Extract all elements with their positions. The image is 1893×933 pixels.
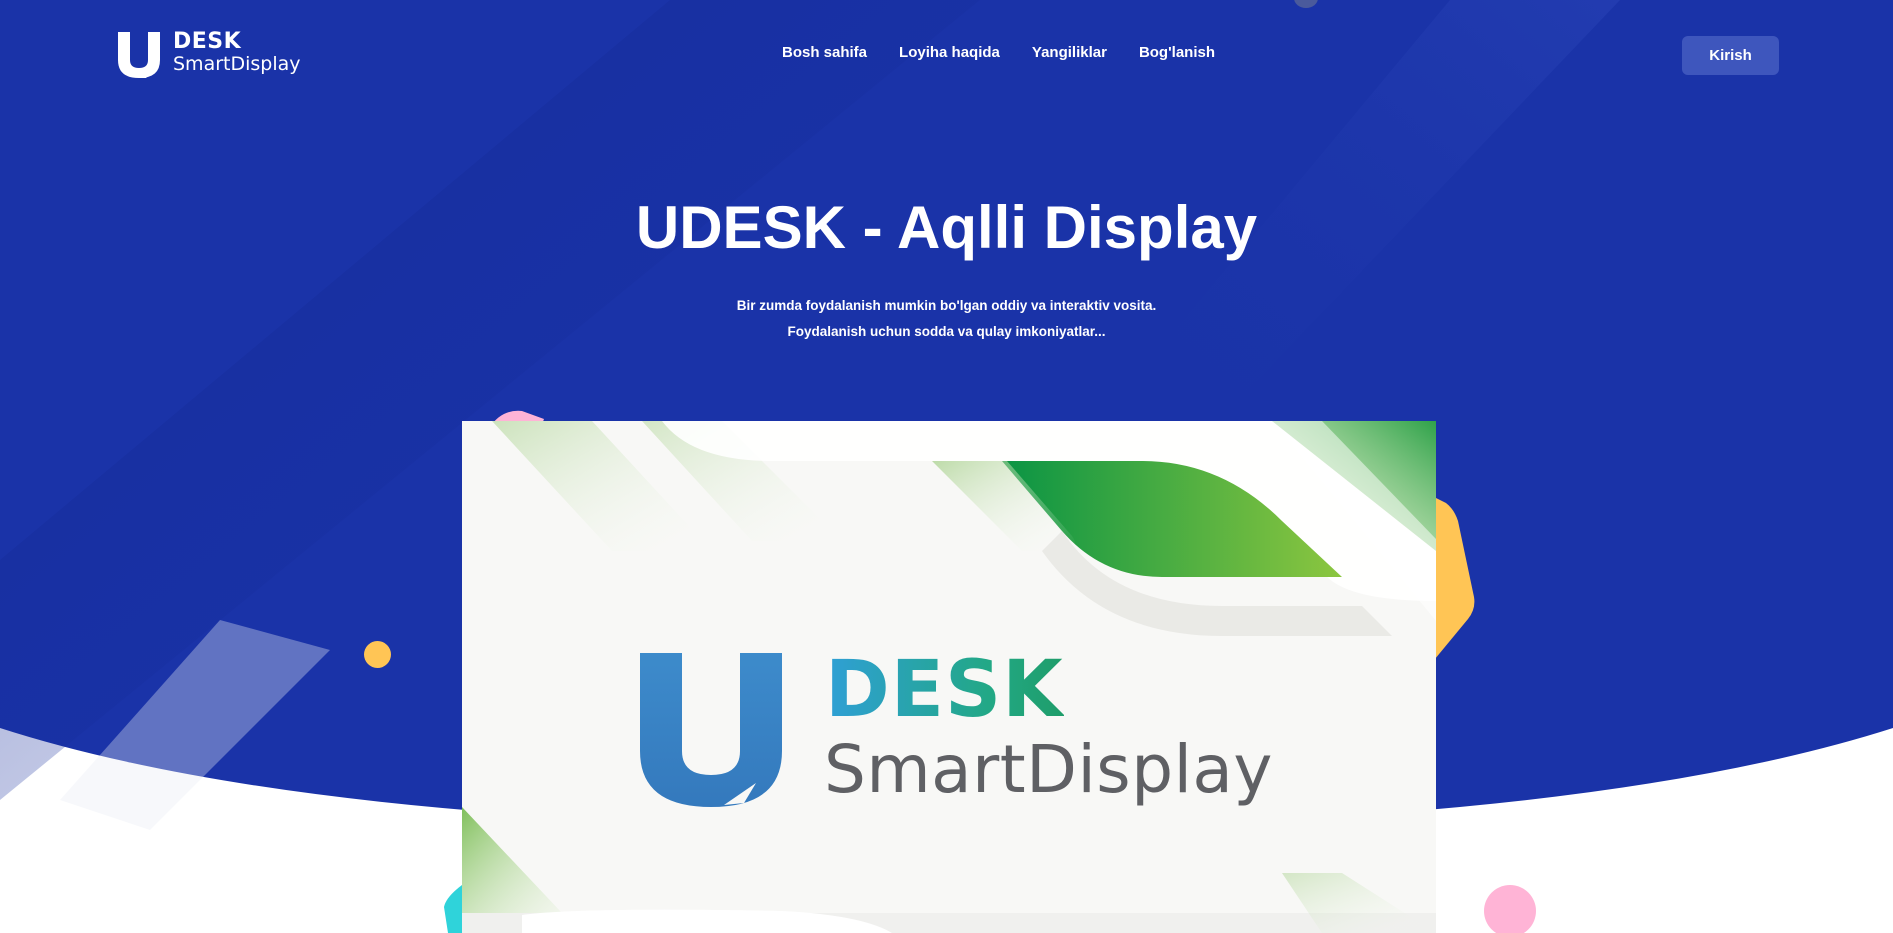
nav-item-about[interactable]: Loyiha haqida <box>899 45 1000 60</box>
nav-item-contact[interactable]: Bog'lanish <box>1139 45 1215 60</box>
nav-item-news[interactable]: Yangiliklar <box>1032 45 1107 60</box>
main-nav: Bosh sahifa Loyiha haqida Yangiliklar Bo… <box>782 45 1215 60</box>
logo-text-desk: DESK <box>173 29 242 54</box>
product-banner: DESK SmartDisplay <box>462 421 1436 933</box>
hero-section: DESK SmartDisplay Bosh sahifa Loyiha haq… <box>0 0 1893 933</box>
banner-logo-u <box>640 653 782 807</box>
nav-item-home[interactable]: Bosh sahifa <box>782 45 867 60</box>
banner-brand-desk: DESK <box>825 645 1064 735</box>
banner-brand-smartdisplay: SmartDisplay <box>824 731 1273 808</box>
decor-dot-yellow <box>364 641 391 668</box>
hero-title: UDESK - Aqlli Display <box>635 194 1258 261</box>
hero-subtitle-line1: Bir zumda foydalanish mumkin bo'lgan odd… <box>736 298 1157 313</box>
decor-pink-circle <box>1484 885 1536 933</box>
logo-text-smartdisplay: SmartDisplay <box>173 53 301 75</box>
login-button[interactable]: Kirish <box>1682 36 1779 75</box>
udesk-logo-icon <box>118 32 160 78</box>
site-logo[interactable]: DESK SmartDisplay <box>118 30 308 80</box>
hero-subtitle-line2: Foydalanish uchun sodda va qulay imkoniy… <box>787 324 1106 339</box>
